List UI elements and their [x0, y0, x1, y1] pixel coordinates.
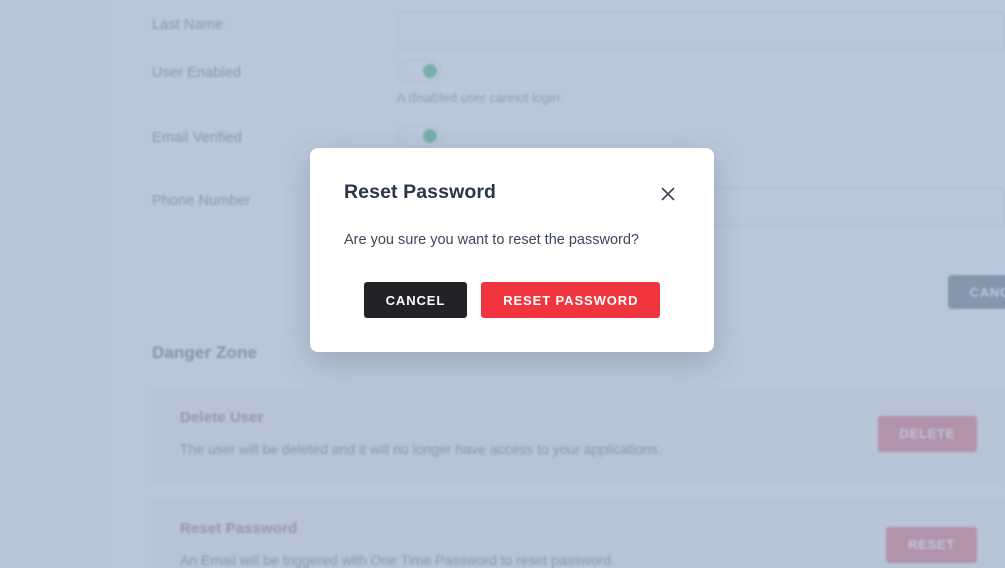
dialog-message: Are you sure you want to reset the passw…: [344, 232, 639, 248]
app-root: Last Name User Enabled A disabled user c…: [0, 0, 1005, 568]
dialog-confirm-reset-password-button[interactable]: RESET PASSWORD: [481, 282, 661, 318]
dialog-cancel-button[interactable]: CANCEL: [363, 282, 468, 318]
close-icon[interactable]: [656, 182, 680, 206]
dialog-header: Reset Password: [344, 180, 680, 206]
dialog-actions: CANCEL RESET PASSWORD: [344, 282, 680, 318]
dialog-title: Reset Password: [344, 181, 497, 203]
reset-password-dialog: Reset Password Are you sure you want to …: [310, 148, 714, 352]
